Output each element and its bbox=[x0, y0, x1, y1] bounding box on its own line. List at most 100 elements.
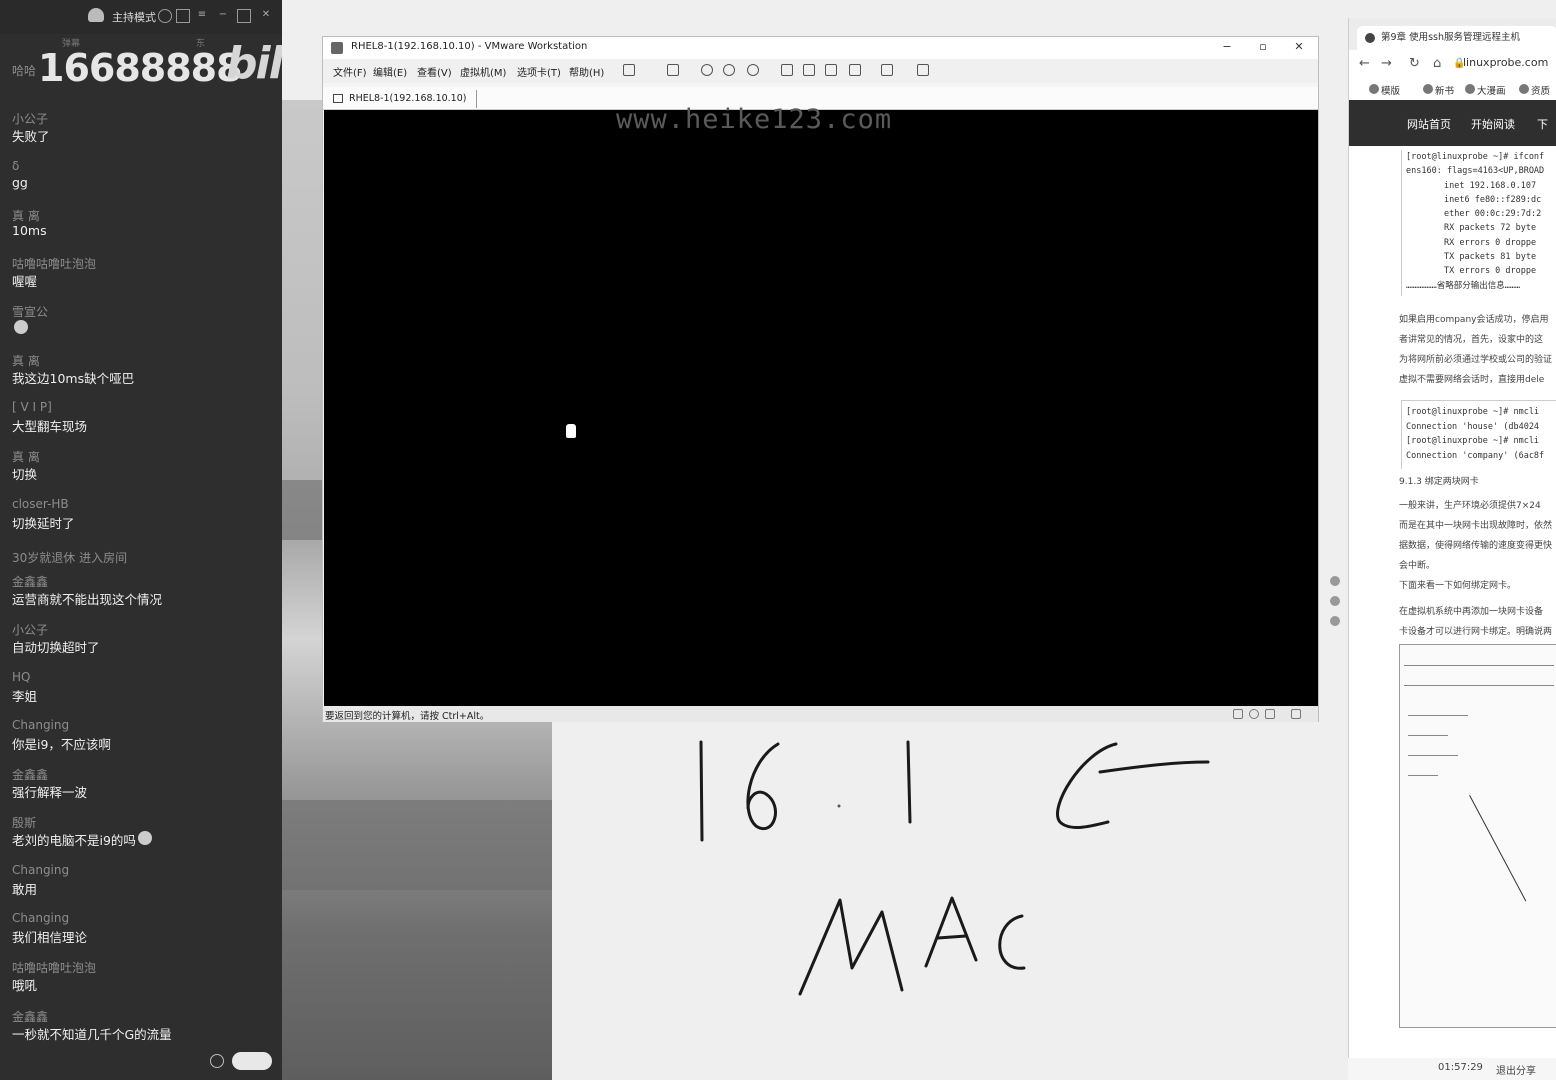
favicon-icon bbox=[1365, 33, 1375, 43]
stroke-m bbox=[798, 898, 904, 996]
send-button[interactable] bbox=[232, 1052, 272, 1070]
settings-icon[interactable] bbox=[158, 9, 172, 23]
stretch-guest-icon[interactable] bbox=[917, 64, 929, 76]
text-line: 在虚拟机系统中再添加一块网卡设备 bbox=[1399, 607, 1544, 617]
code-line: [root@linuxprobe ~]# ifconf bbox=[1406, 152, 1545, 162]
article-content: [root@linuxprobe ~]# ifconf ens160: flag… bbox=[1349, 146, 1556, 1080]
message-user: 咕噜咕噜吐泡泡 bbox=[12, 961, 97, 976]
vmware-window: RHEL8-1(192.168.10.10) - VMware Workstat… bbox=[322, 36, 1319, 722]
bookmark-item[interactable]: 模版 bbox=[1381, 83, 1400, 97]
show-library-icon[interactable] bbox=[781, 64, 793, 76]
hard-disk-icon[interactable] bbox=[1233, 709, 1243, 719]
mode-label: 主持模式 bbox=[112, 11, 156, 24]
stroke-1 bbox=[699, 740, 704, 842]
address-bar[interactable]: linuxprobe.com bbox=[1463, 56, 1548, 69]
message-text: gg bbox=[12, 174, 28, 190]
bookmark-item[interactable]: 新书 bbox=[1435, 83, 1454, 97]
paragraph: 在虚拟机系统中再添加一块网卡设备 卡设备才可以进行网卡绑定。明确说两 bbox=[1399, 602, 1552, 642]
chat-message: 殷斯 老刘的电脑不是i9的吗 bbox=[12, 814, 274, 862]
minimize-icon[interactable]: − bbox=[216, 9, 230, 23]
message-text: 老刘的电脑不是i9的吗 bbox=[12, 833, 136, 849]
section-heading: 9.1.3 绑定两块网卡 bbox=[1399, 477, 1479, 487]
chat-message: Changing 敢用 bbox=[12, 863, 274, 911]
text-line: 一般来讲，生产环境必须提供7×24 bbox=[1399, 501, 1541, 511]
stroke-arrow bbox=[1098, 760, 1210, 774]
menu-edit[interactable]: 编辑(E) bbox=[373, 64, 407, 79]
console-view-icon[interactable] bbox=[881, 64, 893, 76]
maximize-icon[interactable]: ▫ bbox=[1255, 40, 1271, 53]
chat-message: 雪宣公 bbox=[12, 303, 274, 351]
tab-rhel8-1[interactable]: RHEL8-1(192.168.10.10) bbox=[331, 90, 478, 108]
unity-icon[interactable] bbox=[849, 64, 861, 76]
paragraph: 虚拟不需要网络会话时，直接用dele bbox=[1399, 375, 1545, 385]
message-user: Changing bbox=[12, 911, 70, 926]
menu-icon[interactable]: ≡ bbox=[195, 9, 209, 23]
cd-drive-icon[interactable] bbox=[1249, 709, 1259, 719]
browser-tab[interactable]: 第9章 使用ssh服务管理远程主机 bbox=[1357, 26, 1556, 50]
bookmark-item[interactable]: 资质 bbox=[1531, 83, 1550, 97]
share-timer: 01:57:29 bbox=[1438, 1062, 1483, 1073]
code-line: [root@linuxprobe ~]# nmcli bbox=[1406, 436, 1540, 446]
message-text: 我这边10ms缺个哑巴 bbox=[12, 370, 135, 386]
snapshot-manager-icon[interactable] bbox=[747, 64, 759, 76]
restore-icon[interactable] bbox=[237, 9, 251, 23]
nav-start-reading[interactable]: 开始阅读 bbox=[1471, 116, 1515, 132]
display-icon[interactable] bbox=[1291, 709, 1301, 719]
stroke-6 bbox=[746, 742, 780, 830]
chat-message: 金鑫鑫 强行解释一波 bbox=[12, 766, 274, 814]
side-dot-icon[interactable] bbox=[1330, 596, 1340, 606]
thumbnail-bar-icon[interactable] bbox=[803, 64, 815, 76]
message-list: 哈哈 小公子 失败了 δ gg 真 离 10ms 咕噜咕噜吐泡泡 喔喔 雪宣公 真 离我… bbox=[12, 62, 274, 1056]
close-icon[interactable]: ✕ bbox=[1291, 40, 1307, 53]
message-text: 喔喔 bbox=[12, 274, 38, 290]
stroke-c2 bbox=[998, 914, 1026, 970]
edit-icon[interactable] bbox=[176, 9, 190, 23]
full-screen-icon[interactable] bbox=[825, 64, 837, 76]
enter-room-notice: 30岁就退休 进入房间 bbox=[12, 550, 128, 565]
chat-message: 真 离 10ms bbox=[12, 207, 274, 255]
menu-vm[interactable]: 虚拟机(M) bbox=[460, 64, 506, 79]
send-ctrl-alt-del-icon[interactable] bbox=[667, 64, 679, 76]
gift-number-overlay: 16688888 bbox=[38, 46, 243, 90]
bookmark-item[interactable]: 大漫画 bbox=[1477, 83, 1506, 97]
menu-tabs[interactable]: 选项卡(T) bbox=[517, 64, 561, 79]
snapshot-icon[interactable] bbox=[701, 64, 713, 76]
nav-next[interactable]: 下 bbox=[1537, 116, 1548, 132]
message-user: HQ bbox=[12, 669, 31, 684]
window-title: RHEL8-1(192.168.10.10) - VMware Workstat… bbox=[351, 41, 588, 52]
reload-icon[interactable]: ↻ bbox=[1409, 56, 1420, 71]
vmware-app-icon bbox=[331, 42, 343, 54]
menu-view[interactable]: 查看(V) bbox=[417, 64, 452, 79]
leave-share-button[interactable]: 退出分享 bbox=[1496, 1062, 1536, 1077]
wallpaper-band bbox=[282, 800, 552, 890]
message-user: 小公子 bbox=[12, 112, 49, 127]
emoji-sticker-icon bbox=[138, 831, 152, 846]
menu-file[interactable]: 文件(F) bbox=[333, 64, 367, 79]
code-block-ifconfig: [root@linuxprobe ~]# ifconf ens160: flag… bbox=[1401, 150, 1556, 296]
network-adapter-icon[interactable] bbox=[1265, 709, 1275, 719]
side-dot-icon[interactable] bbox=[1330, 616, 1340, 626]
close-icon[interactable]: ✕ bbox=[259, 9, 273, 23]
revert-snapshot-icon[interactable] bbox=[723, 64, 735, 76]
message-user: δ bbox=[12, 158, 20, 173]
side-dot-icon[interactable] bbox=[1330, 576, 1340, 586]
chat-message: Changing 我们相信理论 bbox=[12, 911, 274, 959]
vm-console-screen[interactable]: www.heike123.com bbox=[324, 104, 1318, 706]
message-text: 强行解释一波 bbox=[12, 785, 88, 801]
message-user: 真 离 bbox=[12, 353, 40, 368]
message-user: 金鑫鑫 bbox=[12, 574, 49, 589]
chat-message: [ V I P] 大型翻车现场 bbox=[12, 400, 274, 448]
back-icon[interactable]: ← bbox=[1359, 56, 1370, 71]
chat-message: δ gg bbox=[12, 159, 274, 207]
nav-home[interactable]: 网站首页 bbox=[1407, 116, 1451, 132]
screenshot-line bbox=[1404, 685, 1554, 686]
home-icon[interactable]: ⌂ bbox=[1433, 56, 1441, 71]
menu-help[interactable]: 帮助(H) bbox=[569, 64, 604, 79]
screenshot-diagonal bbox=[1469, 795, 1527, 902]
message-user: 金鑫鑫 bbox=[12, 768, 49, 783]
forward-icon[interactable]: → bbox=[1381, 56, 1392, 71]
pause-icon[interactable] bbox=[623, 64, 635, 76]
message-user: 真 离 bbox=[12, 450, 40, 465]
minimize-icon[interactable]: − bbox=[1219, 40, 1235, 53]
emoji-icon[interactable] bbox=[210, 1054, 224, 1068]
